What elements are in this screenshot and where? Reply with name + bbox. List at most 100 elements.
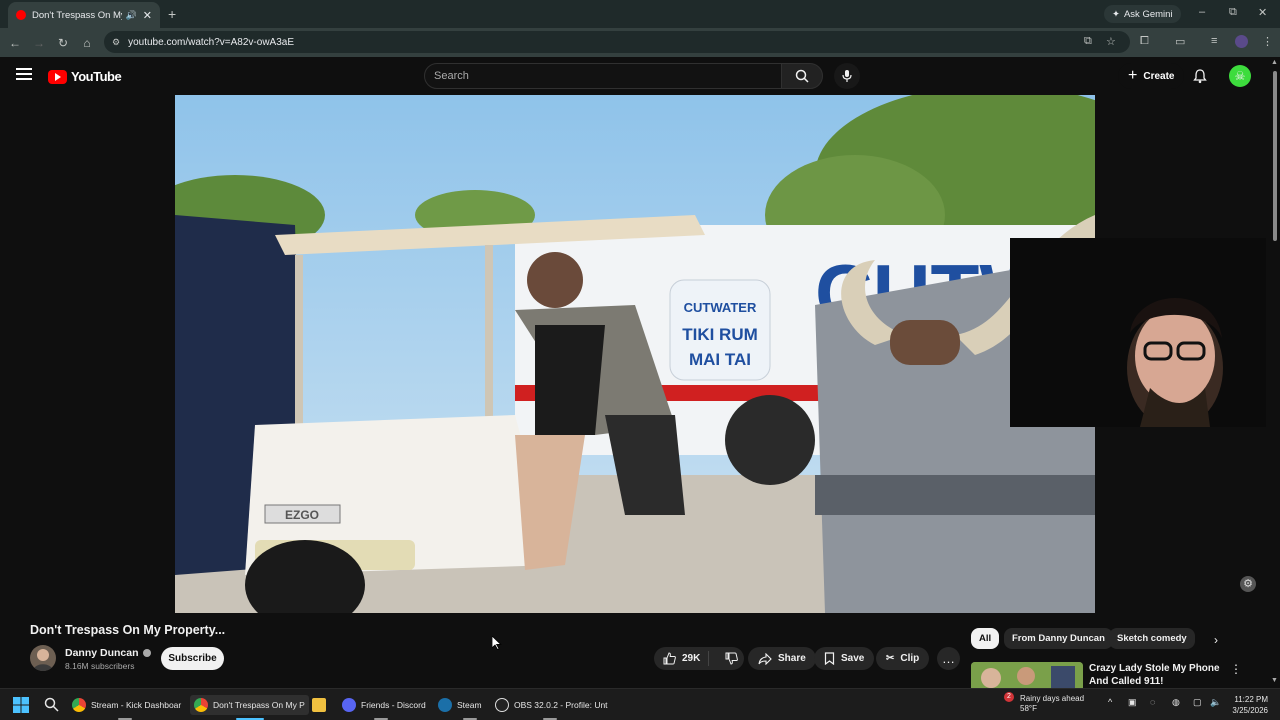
- search-button[interactable]: [781, 63, 823, 89]
- chevron-right-icon[interactable]: ›: [1214, 633, 1218, 647]
- bookmark-star-icon[interactable]: ☆: [1106, 35, 1116, 48]
- share-button[interactable]: Share: [748, 647, 816, 670]
- obs-icon: [495, 698, 509, 712]
- video-title: Don't Trespass On My Property...: [30, 623, 226, 637]
- chip-all[interactable]: All: [971, 628, 1000, 649]
- browser-tab-strip: Don't Trespass On My Prop 🔊 ✕ +: [0, 0, 1280, 28]
- video-player[interactable]: CUTWA CUTWATER TIKI RUM MAI TAI EZGO: [175, 95, 1095, 613]
- youtube-logo[interactable]: YouTube: [48, 69, 122, 84]
- thumbs-up-icon: [663, 652, 676, 665]
- subscribe-button[interactable]: Subscribe: [161, 647, 224, 670]
- windows-taskbar: Stream - Kick Dashboar Don't Trespass On…: [0, 688, 1280, 720]
- ask-gemini-button[interactable]: ✦ Ask Gemini: [1104, 5, 1181, 23]
- tray-app-icon[interactable]: ▣: [1128, 697, 1137, 708]
- tray-network-icon[interactable]: ◌: [1150, 697, 1155, 707]
- forward-arrow-icon[interactable]: →: [27, 36, 51, 50]
- streamer-facecam: [1010, 238, 1266, 427]
- channel-avatar[interactable]: [30, 645, 56, 671]
- can-line2-text: MAI TAI: [689, 350, 751, 369]
- hamburger-menu-icon[interactable]: [16, 68, 32, 84]
- windows-start-icon[interactable]: [13, 697, 29, 713]
- profile-avatar-icon[interactable]: [1235, 35, 1248, 48]
- create-button[interactable]: + Create: [1118, 63, 1185, 89]
- chrome-menu-icon[interactable]: ⋮: [1262, 35, 1273, 48]
- taskbar-item-label: Friends - Discord: [361, 700, 426, 710]
- more-actions-button[interactable]: …: [937, 647, 960, 670]
- tray-display-icon[interactable]: ▢: [1193, 697, 1202, 708]
- home-icon[interactable]: ⌂: [75, 36, 99, 50]
- taskbar-item-youtube-chrome[interactable]: Don't Trespass On My P: [190, 695, 309, 715]
- chip-from-danny-duncan[interactable]: From Danny Duncan: [1004, 628, 1113, 649]
- show-hidden-icons-chevron-icon[interactable]: ^: [1108, 697, 1112, 707]
- scroll-up-arrow-icon[interactable]: ▲: [1271, 59, 1278, 66]
- can-brand-text: CUTWATER: [684, 300, 757, 315]
- taskbar-item-discord[interactable]: Friends - Discord: [342, 695, 426, 715]
- chrome-icon: [72, 698, 86, 712]
- chrome-icon: [194, 698, 208, 712]
- taskbar-item-obs[interactable]: OBS 32.0.2 - Profile: Unt: [495, 695, 608, 715]
- save-button[interactable]: Save: [814, 647, 875, 670]
- channel-name[interactable]: Danny Duncan: [65, 647, 151, 659]
- back-arrow-icon[interactable]: ←: [3, 36, 27, 50]
- minimize-window-button[interactable]: –: [1199, 6, 1205, 18]
- tray-microphone-icon[interactable]: ◍: [1172, 697, 1180, 708]
- recommendation-thumbnail[interactable]: [971, 662, 1083, 688]
- folder-icon: [312, 698, 326, 712]
- taskbar-item-label: Steam: [457, 700, 482, 710]
- cast-icon[interactable]: ▭: [1175, 35, 1185, 48]
- weather-temperature: 58°F: [1020, 704, 1037, 713]
- notifications-bell-icon[interactable]: [1192, 68, 1208, 84]
- weather-widget[interactable]: Rainy days ahead 58°F: [1020, 694, 1084, 714]
- site-info-icon[interactable]: ⚙: [112, 37, 120, 48]
- like-button[interactable]: 29K: [654, 651, 710, 666]
- clip-button[interactable]: ✂ Clip: [876, 647, 930, 670]
- speaker-icon[interactable]: 🔊: [126, 10, 137, 21]
- cart-brand-text: EZGO: [285, 508, 319, 522]
- subscriber-count: 8.16M subscribers: [65, 661, 135, 671]
- taskbar-item-file-explorer[interactable]: [312, 695, 326, 715]
- bookmark-icon: [824, 652, 835, 665]
- share-arrow-icon: [758, 652, 772, 665]
- system-clock[interactable]: 11:22 PM 3/25/2026: [1228, 694, 1268, 716]
- recommendation-title[interactable]: Crazy Lady Stole My Phone And Called 911…: [1089, 662, 1229, 688]
- facecam-frame: [1010, 238, 1266, 427]
- clip-label: Clip: [900, 653, 920, 664]
- discord-icon: [342, 698, 356, 712]
- recommendation-menu-icon[interactable]: ⋮: [1230, 662, 1242, 676]
- floating-extension-icon[interactable]: ⚙: [1240, 576, 1256, 592]
- search-input[interactable]: Search: [424, 63, 782, 89]
- reload-icon[interactable]: ↻: [51, 36, 75, 50]
- page-scrollbar[interactable]: ▲ ▼: [1270, 57, 1280, 687]
- gemini-sparkle-icon: ✦: [1112, 8, 1120, 20]
- save-label: Save: [841, 653, 865, 664]
- account-avatar[interactable]: ☠: [1229, 65, 1251, 87]
- volume-icon[interactable]: 🔈: [1210, 697, 1221, 708]
- taskbar-item-steam[interactable]: Steam: [438, 695, 482, 715]
- browser-tab-active[interactable]: Don't Trespass On My Prop 🔊 ✕: [8, 2, 160, 28]
- search-icon: [795, 69, 809, 83]
- youtube-favicon-icon: [16, 10, 26, 20]
- scissors-icon: ✂: [886, 653, 895, 664]
- mouse-cursor-icon: [492, 636, 502, 650]
- scroll-down-arrow-icon[interactable]: ▼: [1271, 677, 1278, 684]
- tab-search-icon[interactable]: ≡: [1211, 35, 1217, 47]
- close-tab-icon[interactable]: ✕: [143, 9, 152, 22]
- taskbar-item-label: Stream - Kick Dashboar: [91, 700, 182, 710]
- channel-avatar-image: [33, 649, 53, 671]
- address-bar[interactable]: ⚙ youtube.com/watch?v=A82v-owA3aE: [104, 31, 1130, 53]
- share-label: Share: [778, 653, 806, 664]
- like-count: 29K: [682, 653, 701, 664]
- youtube-play-icon: [48, 69, 67, 84]
- youtube-logo-text: YouTube: [71, 69, 122, 84]
- new-tab-button[interactable]: +: [168, 6, 176, 22]
- restore-window-button[interactable]: ⧉: [1229, 6, 1237, 19]
- voice-search-button[interactable]: [834, 63, 860, 89]
- dislike-button[interactable]: [715, 652, 748, 665]
- close-window-button[interactable]: ✕: [1258, 6, 1267, 19]
- chip-sketch-comedy[interactable]: Sketch comedy: [1109, 628, 1195, 649]
- install-app-icon[interactable]: ⧉: [1084, 35, 1092, 48]
- scrollbar-thumb[interactable]: [1273, 71, 1277, 241]
- extensions-icon[interactable]: ⧠: [1140, 35, 1149, 48]
- taskbar-search-icon[interactable]: [44, 697, 59, 712]
- taskbar-item-kick-dashboard[interactable]: Stream - Kick Dashboar: [72, 695, 181, 715]
